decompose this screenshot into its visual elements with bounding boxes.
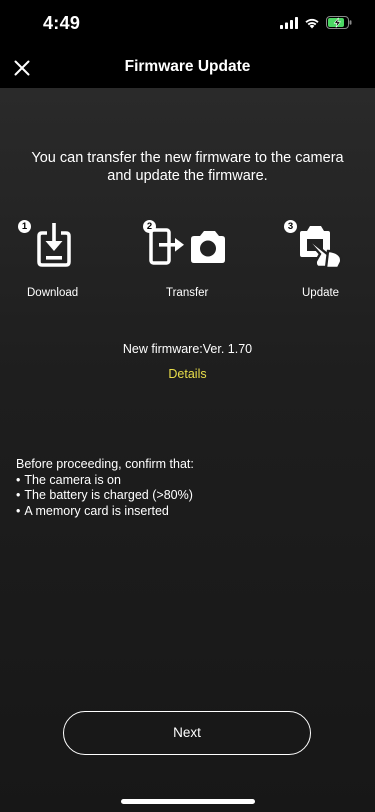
status-time: 4:49 — [43, 13, 81, 33]
wifi-icon — [305, 18, 319, 28]
list-item-text: A memory card is inserted — [24, 503, 169, 518]
camera-tap-icon — [300, 226, 343, 269]
nav-bar: Firmware Update — [0, 48, 375, 88]
checklist-heading: Before proceeding, confirm that: — [16, 457, 194, 471]
firmware-version: New firmware:Ver. 1.70 — [122, 342, 253, 356]
home-indicator[interactable] — [121, 799, 255, 804]
download-icon — [37, 223, 71, 267]
step-label: Download — [27, 287, 79, 299]
list-item-text: The battery is charged (>80%) — [24, 488, 193, 502]
intro-line-2: and update the firmware. — [107, 168, 268, 184]
checklist: Before proceeding, confirm that: The cam… — [16, 457, 194, 519]
main-content: You can transfer the new firmware to the… — [0, 88, 375, 812]
status-bar: 4:49 — [0, 0, 375, 48]
page-title: Firmware Update — [124, 58, 251, 75]
list-item-text: The camera is on — [24, 472, 121, 487]
list-item: A memory card is inserted — [16, 504, 194, 520]
checklist-items: The camera is on The battery is charged … — [16, 473, 194, 520]
step-label: Transfer — [166, 287, 209, 299]
step-number-badge: 1 — [18, 220, 31, 233]
step-update: 3 Update — [283, 216, 353, 306]
steps-row: 1 Download 2 Transfer 3 Update — [0, 216, 375, 306]
list-item: The camera is on — [16, 473, 194, 489]
status-icons — [280, 16, 353, 29]
step-label: Update — [302, 287, 340, 299]
step-transfer: 2 Transfer — [140, 216, 235, 306]
details-link[interactable]: Details — [0, 367, 375, 381]
list-item: The battery is charged (>80%) — [16, 488, 194, 504]
phone-to-camera-icon — [149, 228, 225, 265]
step-number-badge: 3 — [284, 220, 297, 233]
signal-bars-icon — [280, 16, 298, 29]
intro-text: You can transfer the new firmware to the… — [0, 149, 375, 185]
step-download: 1 Download — [18, 216, 88, 306]
battery-charging-icon — [326, 16, 352, 29]
next-button[interactable]: Next — [63, 711, 311, 755]
intro-line-1: You can transfer the new firmware to the… — [31, 150, 344, 166]
